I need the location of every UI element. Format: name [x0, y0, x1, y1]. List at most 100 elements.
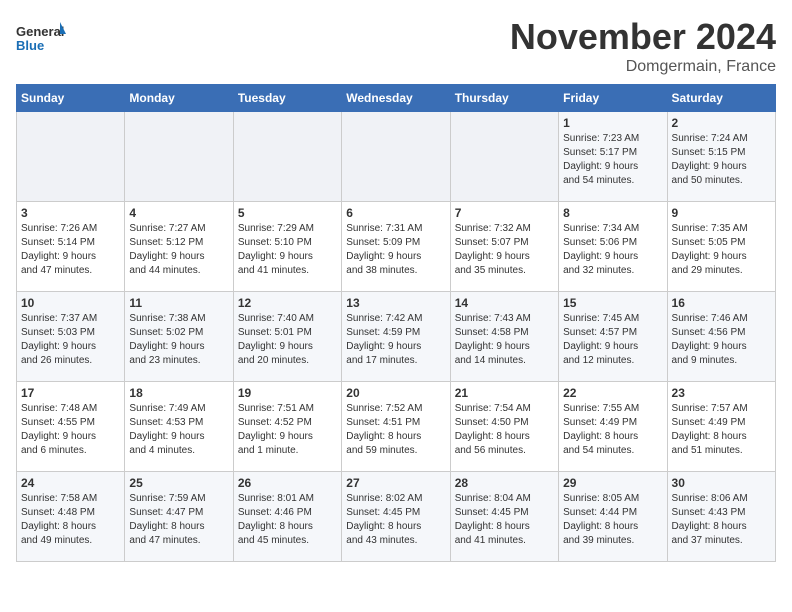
day-info: Sunrise: 7:43 AM Sunset: 4:58 PM Dayligh… [455, 312, 554, 368]
calendar-cell [17, 112, 125, 202]
day-info: Sunrise: 7:46 AM Sunset: 4:56 PM Dayligh… [672, 312, 771, 368]
calendar-cell: 13Sunrise: 7:42 AM Sunset: 4:59 PM Dayli… [342, 292, 450, 382]
weekday-header: Saturday [667, 85, 775, 112]
day-number: 21 [455, 386, 554, 400]
calendar-week-row: 1 Sunrise: 7:23 AM Sunset: 5:17 PM Daylig… [17, 112, 776, 202]
calendar-week-row: 17Sunrise: 7:48 AM Sunset: 4:55 PM Dayli… [17, 382, 776, 472]
calendar-cell: 20 Sunrise: 7:52 AM Sunset: 4:51 PM Dayli… [342, 382, 450, 472]
day-number: 6 [346, 206, 445, 220]
day-number: 16 [672, 296, 771, 310]
day-number: 9 [672, 206, 771, 220]
calendar-cell [125, 112, 233, 202]
day-number: 5 [238, 206, 337, 220]
day-info: Sunrise: 7:37 AM Sunset: 5:03 PM Dayligh… [21, 312, 120, 368]
day-info: Sunrise: 7:27 AM Sunset: 5:12 PM Dayligh… [129, 222, 228, 278]
day-number: 24 [21, 476, 120, 490]
day-info: Sunrise: 7:58 AM Sunset: 4:48 PM Dayligh… [21, 492, 120, 548]
calendar-week-row: 3 Sunrise: 7:26 AM Sunset: 5:14 PM Daylig… [17, 202, 776, 292]
day-info: Sunrise: 8:06 AM Sunset: 4:43 PM Dayligh… [672, 492, 771, 548]
calendar-cell: 16 Sunrise: 7:46 AM Sunset: 4:56 PM Dayli… [667, 292, 775, 382]
day-info: Sunrise: 7:59 AM Sunset: 4:47 PM Dayligh… [129, 492, 228, 548]
calendar-cell: 9 Sunrise: 7:35 AM Sunset: 5:05 PM Daylig… [667, 202, 775, 292]
calendar-cell: 1 Sunrise: 7:23 AM Sunset: 5:17 PM Daylig… [559, 112, 667, 202]
day-info: Sunrise: 7:29 AM Sunset: 5:10 PM Dayligh… [238, 222, 337, 278]
day-info: Sunrise: 7:32 AM Sunset: 5:07 PM Dayligh… [455, 222, 554, 278]
day-number: 17 [21, 386, 120, 400]
day-number: 2 [672, 116, 771, 130]
day-number: 8 [563, 206, 662, 220]
calendar-cell: 23 Sunrise: 7:57 AM Sunset: 4:49 PM Dayli… [667, 382, 775, 472]
weekday-header: Monday [125, 85, 233, 112]
weekday-header: Sunday [17, 85, 125, 112]
calendar-cell: 6 Sunrise: 7:31 AM Sunset: 5:09 PM Daylig… [342, 202, 450, 292]
day-number: 10 [21, 296, 120, 310]
day-number: 11 [129, 296, 228, 310]
day-info: Sunrise: 7:45 AM Sunset: 4:57 PM Dayligh… [563, 312, 662, 368]
calendar-table: SundayMondayTuesdayWednesdayThursdayFrid… [16, 84, 776, 562]
day-number: 28 [455, 476, 554, 490]
day-info: Sunrise: 7:26 AM Sunset: 5:14 PM Dayligh… [21, 222, 120, 278]
title-section: November 2024 Domgermain, France [510, 16, 776, 76]
calendar-cell: 7 Sunrise: 7:32 AM Sunset: 5:07 PM Daylig… [450, 202, 558, 292]
calendar-cell: 5 Sunrise: 7:29 AM Sunset: 5:10 PM Daylig… [233, 202, 341, 292]
calendar-week-row: 10 Sunrise: 7:37 AM Sunset: 5:03 PM Dayli… [17, 292, 776, 382]
day-number: 22 [563, 386, 662, 400]
calendar-cell: 29Sunrise: 8:05 AM Sunset: 4:44 PM Dayli… [559, 472, 667, 562]
page-subtitle: Domgermain, France [510, 58, 776, 76]
calendar-cell: 19 Sunrise: 7:51 AM Sunset: 4:52 PM Dayli… [233, 382, 341, 472]
day-number: 13 [346, 296, 445, 310]
day-number: 1 [563, 116, 662, 130]
day-number: 14 [455, 296, 554, 310]
day-info: Sunrise: 7:35 AM Sunset: 5:05 PM Dayligh… [672, 222, 771, 278]
logo-svg: General Blue [16, 20, 66, 60]
day-info: Sunrise: 8:01 AM Sunset: 4:46 PM Dayligh… [238, 492, 337, 548]
calendar-cell: 14 Sunrise: 7:43 AM Sunset: 4:58 PM Dayli… [450, 292, 558, 382]
weekday-header: Wednesday [342, 85, 450, 112]
day-number: 27 [346, 476, 445, 490]
day-number: 3 [21, 206, 120, 220]
day-number: 23 [672, 386, 771, 400]
calendar-cell: 21Sunrise: 7:54 AM Sunset: 4:50 PM Dayli… [450, 382, 558, 472]
page-title: November 2024 [510, 16, 776, 58]
weekday-header: Tuesday [233, 85, 341, 112]
calendar-cell: 27 Sunrise: 8:02 AM Sunset: 4:45 PM Dayli… [342, 472, 450, 562]
calendar-cell: 10 Sunrise: 7:37 AM Sunset: 5:03 PM Dayli… [17, 292, 125, 382]
calendar-cell: 3 Sunrise: 7:26 AM Sunset: 5:14 PM Daylig… [17, 202, 125, 292]
day-number: 26 [238, 476, 337, 490]
calendar-cell: 24 Sunrise: 7:58 AM Sunset: 4:48 PM Dayli… [17, 472, 125, 562]
calendar-cell: 22Sunrise: 7:55 AM Sunset: 4:49 PM Dayli… [559, 382, 667, 472]
day-info: Sunrise: 8:04 AM Sunset: 4:45 PM Dayligh… [455, 492, 554, 548]
day-info: Sunrise: 8:02 AM Sunset: 4:45 PM Dayligh… [346, 492, 445, 548]
calendar-cell [342, 112, 450, 202]
calendar-cell: 28 Sunrise: 8:04 AM Sunset: 4:45 PM Dayli… [450, 472, 558, 562]
day-number: 19 [238, 386, 337, 400]
calendar-cell: 26 Sunrise: 8:01 AM Sunset: 4:46 PM Dayli… [233, 472, 341, 562]
day-info: Sunrise: 7:52 AM Sunset: 4:51 PM Dayligh… [346, 402, 445, 458]
calendar-cell: 18 Sunrise: 7:49 AM Sunset: 4:53 PM Dayli… [125, 382, 233, 472]
day-info: Sunrise: 7:34 AM Sunset: 5:06 PM Dayligh… [563, 222, 662, 278]
calendar-cell: 2 Sunrise: 7:24 AM Sunset: 5:15 PM Daylig… [667, 112, 775, 202]
day-number: 15 [563, 296, 662, 310]
calendar-cell: 11Sunrise: 7:38 AM Sunset: 5:02 PM Dayli… [125, 292, 233, 382]
weekday-header: Friday [559, 85, 667, 112]
svg-text:General: General [16, 24, 64, 39]
day-number: 20 [346, 386, 445, 400]
day-info: Sunrise: 7:57 AM Sunset: 4:49 PM Dayligh… [672, 402, 771, 458]
day-info: Sunrise: 7:24 AM Sunset: 5:15 PM Dayligh… [672, 132, 771, 188]
weekday-header-row: SundayMondayTuesdayWednesdayThursdayFrid… [17, 85, 776, 112]
day-number: 18 [129, 386, 228, 400]
day-number: 25 [129, 476, 228, 490]
day-info: Sunrise: 7:51 AM Sunset: 4:52 PM Dayligh… [238, 402, 337, 458]
calendar-cell [233, 112, 341, 202]
calendar-cell: 8 Sunrise: 7:34 AM Sunset: 5:06 PM Daylig… [559, 202, 667, 292]
page-header: General Blue November 2024 Domgermain, F… [16, 16, 776, 76]
day-info: Sunrise: 8:05 AM Sunset: 4:44 PM Dayligh… [563, 492, 662, 548]
calendar-cell: 17Sunrise: 7:48 AM Sunset: 4:55 PM Dayli… [17, 382, 125, 472]
day-info: Sunrise: 7:23 AM Sunset: 5:17 PM Dayligh… [563, 132, 662, 188]
day-info: Sunrise: 7:31 AM Sunset: 5:09 PM Dayligh… [346, 222, 445, 278]
day-number: 7 [455, 206, 554, 220]
weekday-header: Thursday [450, 85, 558, 112]
day-info: Sunrise: 7:49 AM Sunset: 4:53 PM Dayligh… [129, 402, 228, 458]
calendar-week-row: 24 Sunrise: 7:58 AM Sunset: 4:48 PM Dayli… [17, 472, 776, 562]
svg-text:Blue: Blue [16, 38, 44, 53]
